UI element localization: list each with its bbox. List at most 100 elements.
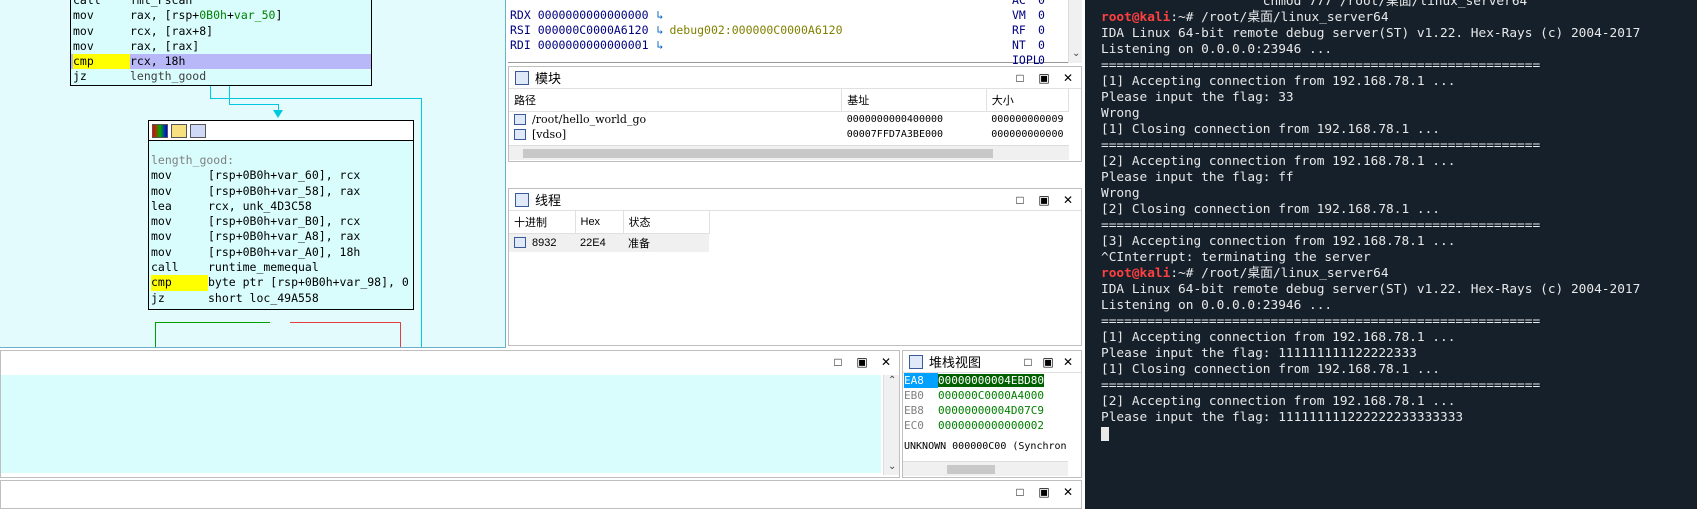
table-row[interactable]: /root/hello_world_go 0000000000400000 0000… (509, 111, 1069, 127)
close-button[interactable]: ✕ (1061, 71, 1075, 85)
table-row[interactable]: [vdso] 00007FFD7A3BE000 000000000000 (509, 127, 1069, 142)
registers-pane[interactable]: RDX 0000000000000000 ↳ RSI 000000C0000A612… (508, 0, 1082, 63)
flags-scrollbar[interactable]: ⌄ (1068, 0, 1082, 63)
asm-line[interactable]: mov rax, [rax] (71, 39, 371, 54)
register-row[interactable]: RDX 0000000000000000 ↳ (510, 8, 669, 23)
threads-pane[interactable]: 线程 □ ▣ ✕ 十进制 Hex 状态 8932 22E4 准备 (508, 188, 1082, 346)
minimize-button[interactable]: □ (1013, 71, 1027, 85)
flag-value[interactable]: 0 (1038, 53, 1045, 67)
stack-row[interactable]: EC0 0000000000000002 (903, 418, 1065, 433)
stack-value[interactable]: 0000000000000002 (938, 419, 1044, 432)
asm-line[interactable]: call runtime_memequal (149, 260, 413, 275)
asm-line[interactable]: lea rcx, unk_4D3C58 (149, 199, 413, 214)
column-header[interactable]: 状态 (623, 211, 710, 234)
register-value[interactable]: 0000000000000001 (538, 38, 649, 52)
module-path-cell: [vdso] (509, 127, 842, 142)
register-target[interactable]: debug002:000000C0000A6120 (669, 23, 842, 37)
stack-value[interactable]: 000000C0000A4000 (938, 389, 1044, 402)
terminal-window[interactable]: chmod 777 /root/桌面/linux_server64 root@ka… (1085, 0, 1697, 509)
flags-pane[interactable]: AC 0 VM 0 RF 0 NT 0 IOPL0 (1005, 0, 1067, 67)
modules-hscrollbar[interactable] (509, 145, 1069, 160)
stack-row[interactable]: EB0 000000C0000A4000 (903, 388, 1065, 403)
column-header[interactable]: 基址 (841, 89, 987, 112)
stack-view-pane[interactable]: 堆栈视图 □ ▣ ✕ EA8 00000000004EBD80 EB0 000000C… (902, 350, 1082, 478)
restore-button[interactable]: ▣ (1037, 193, 1051, 207)
register-row[interactable]: RDI 0000000000000001 ↳ (510, 38, 669, 53)
terminal-line: root@kali:~# /root/桌面/linux_server64 (1085, 10, 1640, 26)
asm-line[interactable]: mov rax, [rsp+0B0h+var_50] (71, 8, 371, 23)
operand: short loc_49A558 (208, 290, 319, 305)
flag-value[interactable]: 0 (1038, 0, 1045, 7)
terminal-line: IDA Linux 64-bit remote debug server(ST)… (1085, 26, 1640, 42)
flag-row[interactable]: NT 0 (1005, 38, 1067, 53)
restore-button[interactable]: ▣ (1041, 355, 1055, 369)
asm-line[interactable]: cmp byte ptr [rsp+0B0h+var_98], 0 (149, 275, 413, 291)
asm-line[interactable]: call fmt_Fscan (71, 0, 371, 8)
register-value[interactable]: 0000000000000000 (538, 8, 649, 22)
scroll-down-icon[interactable]: ⌄ (888, 461, 896, 472)
terminal-line: root@kali:~# /root/桌面/linux_server64 (1085, 266, 1640, 282)
close-button[interactable]: ✕ (1061, 355, 1075, 369)
color-palette-icon[interactable] (152, 123, 168, 138)
group-nodes-icon[interactable] (190, 123, 206, 138)
graph-view[interactable]: call fmt_Fscan mov rax, [rsp+0B0h+var_50] mo… (0, 0, 506, 348)
flag-row[interactable]: VM 0 (1005, 8, 1067, 23)
minimize-button[interactable]: □ (1013, 485, 1027, 499)
scroll-down-icon[interactable]: ⌄ (1072, 48, 1080, 59)
asm-line[interactable]: mov rcx, [rax+8] (71, 24, 371, 39)
stack-value[interactable]: 00000000004EBD80 (938, 374, 1044, 387)
asm-line[interactable]: mov [rsp+0B0h+var_A0], 18h (149, 245, 413, 260)
column-header[interactable]: 大小 (986, 89, 1070, 112)
restore-button[interactable]: ▣ (1037, 485, 1051, 499)
asm-line[interactable]: jz length_good (71, 69, 371, 84)
close-button[interactable]: ✕ (1061, 193, 1075, 207)
minimize-button[interactable]: □ (1021, 355, 1035, 369)
close-button[interactable]: ✕ (1061, 485, 1075, 499)
restore-button[interactable]: ▣ (855, 355, 869, 369)
flag-row[interactable]: RF 0 (1005, 23, 1067, 38)
bottom-pane[interactable]: □ ▣ ✕ (0, 480, 1082, 509)
restore-button[interactable]: ▣ (1037, 71, 1051, 85)
terminal-cursor-line[interactable] (1085, 426, 1640, 442)
close-button[interactable]: ✕ (879, 355, 893, 369)
hex-view-pane[interactable]: □ ▣ ✕ ⌃ ⌄ (0, 350, 900, 478)
table-row[interactable]: 8932 22E4 准备 (509, 233, 709, 252)
terminal-cursor[interactable] (1101, 426, 1109, 441)
terminal-text: ========================================… (1101, 314, 1541, 329)
terminal-line: ========================================… (1085, 138, 1640, 154)
code-block-length-good[interactable]: length_good: mov [rsp+0B0h+var_60], rcx mo… (148, 120, 414, 310)
asm-line[interactable]: jz short loc_49A558 (149, 291, 413, 306)
jump-arrow-icon[interactable]: ↳ (657, 8, 664, 22)
jump-arrow-icon[interactable]: ↳ (657, 38, 664, 52)
asm-line[interactable]: cmp rcx, 18h (71, 54, 371, 70)
stack-value[interactable]: 00000000004D07C9 (938, 404, 1044, 417)
register-row[interactable]: RSI 000000C0000A6120 ↳ debug002:000000C000… (510, 23, 843, 38)
hex-vscrollbar[interactable]: ⌃ ⌄ (883, 375, 899, 475)
modules-pane[interactable]: 模块 □ ▣ ✕ 路径 基址 大小 /root/hello_world_go 00… (508, 66, 1082, 162)
flag-value[interactable]: 0 (1038, 23, 1045, 37)
edge-line-true (155, 322, 270, 323)
stack-hscrollbar[interactable] (903, 461, 1068, 476)
flag-value[interactable]: 0 (1038, 38, 1045, 52)
stack-row[interactable]: EA8 00000000004EBD80 (903, 373, 1065, 388)
terminal-text: Please input the flag: ff (1101, 170, 1294, 185)
column-header[interactable]: 路径 (509, 89, 843, 112)
jump-arrow-icon[interactable]: ↳ (657, 23, 664, 37)
column-header[interactable]: 十进制 (509, 211, 576, 234)
stack-row[interactable]: EB8 00000000004D07C9 (903, 403, 1065, 418)
asm-line[interactable]: mov [rsp+0B0h+var_A8], rax (149, 229, 413, 244)
code-block-scan[interactable]: call fmt_Fscan mov rax, [rsp+0B0h+var_50] mo… (70, 0, 372, 86)
asm-line[interactable]: mov [rsp+0B0h+var_B0], rcx (149, 214, 413, 229)
hex-content[interactable] (1, 375, 881, 473)
edit-block-icon[interactable] (171, 123, 187, 138)
edge-line (210, 98, 422, 99)
asm-line[interactable]: mov [rsp+0B0h+var_58], rax (149, 184, 413, 199)
flag-row[interactable]: AC 0 (1005, 0, 1067, 8)
register-value[interactable]: 000000C0000A6120 (538, 23, 649, 37)
asm-line[interactable]: mov [rsp+0B0h+var_60], rcx (149, 168, 413, 183)
flag-value[interactable]: 0 (1038, 8, 1045, 22)
scroll-up-icon[interactable]: ⌃ (888, 375, 896, 386)
minimize-button[interactable]: □ (1013, 193, 1027, 207)
minimize-button[interactable]: □ (831, 355, 845, 369)
column-header[interactable]: Hex (575, 211, 624, 234)
